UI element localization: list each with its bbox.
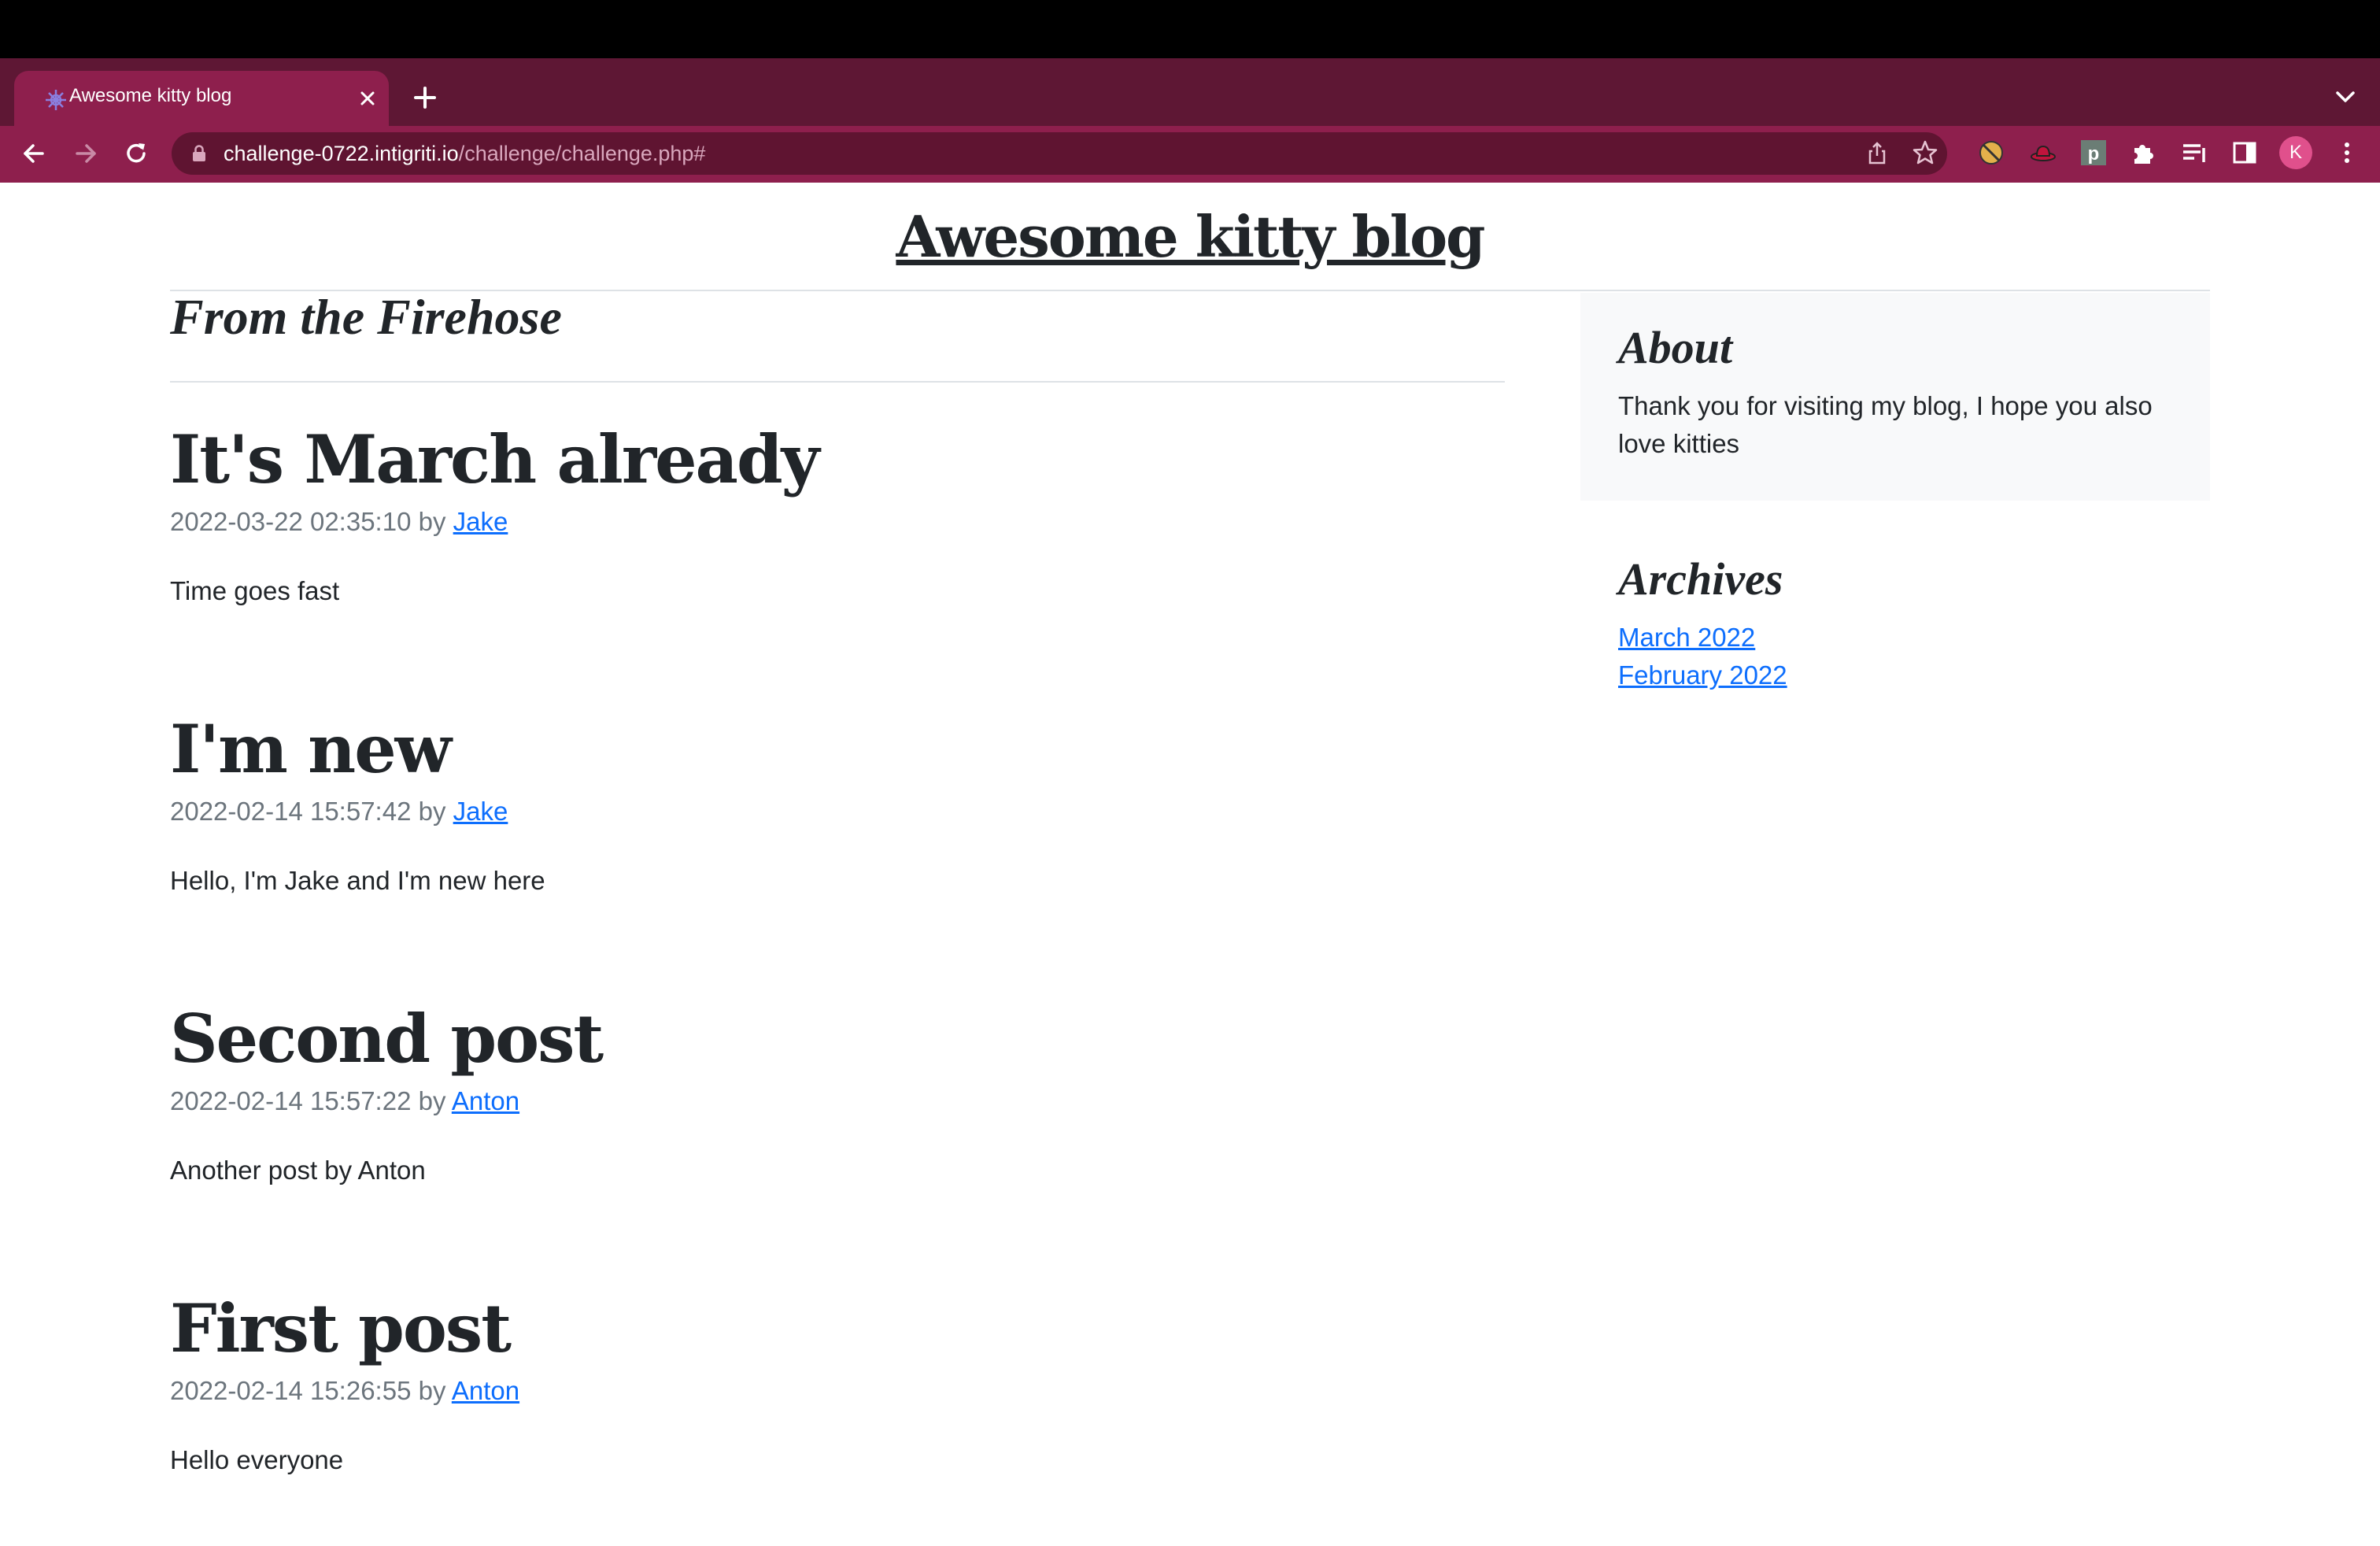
archives-section: Archives March 2022 February 2022 xyxy=(1580,553,2210,710)
post-by: by xyxy=(418,507,446,536)
hat-extension-icon[interactable] xyxy=(2027,137,2059,168)
side-panel-icon[interactable] xyxy=(2229,137,2260,168)
post-body: Hello everyone xyxy=(170,1445,344,1474)
url-path: /challenge/challenge.php# xyxy=(458,142,706,165)
post-author-link[interactable]: Anton xyxy=(452,1376,519,1405)
post-meta: 2022-02-14 15:57:42 by Jake xyxy=(170,797,508,827)
post-by: by xyxy=(418,1376,446,1405)
reading-list-icon[interactable] xyxy=(2179,137,2210,168)
post-body: Time goes fast xyxy=(170,576,340,605)
archives-list: March 2022 February 2022 xyxy=(1618,619,1787,694)
archive-link-march-2022[interactable]: March 2022 xyxy=(1618,623,1755,652)
post-date: 2022-02-14 15:26:55 xyxy=(170,1376,412,1405)
puzzle-extensions-icon[interactable] xyxy=(2128,137,2160,168)
url-text[interactable]: challenge-0722.intigriti.io/challenge/ch… xyxy=(224,142,705,166)
post-date: 2022-03-22 02:35:10 xyxy=(170,507,412,536)
about-box: About Thank you for visiting my blog, I … xyxy=(1580,293,2210,501)
post-author-link[interactable]: Anton xyxy=(452,1086,519,1115)
post-body: Another post by Anton xyxy=(170,1156,426,1185)
tab-title: Awesome kitty blog xyxy=(69,85,232,106)
chevron-down-icon[interactable] xyxy=(2330,83,2361,112)
post-date: 2022-02-14 15:57:42 xyxy=(170,797,412,826)
post-item: Second post 2022-02-14 15:57:22 by Anton… xyxy=(170,1000,1508,1236)
archives-heading: Archives xyxy=(1618,553,1783,605)
post-by: by xyxy=(418,797,446,826)
back-arrow-icon[interactable] xyxy=(16,135,52,172)
post-title: First post xyxy=(170,1289,512,1367)
post-title: It's March already xyxy=(170,420,819,498)
lock-icon[interactable] xyxy=(189,143,209,164)
reload-icon[interactable] xyxy=(118,135,154,172)
archive-item: March 2022 xyxy=(1618,619,1787,656)
archive-item: February 2022 xyxy=(1618,656,1787,694)
profile-avatar[interactable]: K xyxy=(2279,136,2312,169)
privacy-badger-icon[interactable] xyxy=(1975,137,2007,168)
post-item: I'm new 2022-02-14 15:57:42 by Jake Hell… xyxy=(170,710,1508,946)
post-item: It's March already 2022-03-22 02:35:10 b… xyxy=(170,420,1508,656)
post-author-link[interactable]: Jake xyxy=(453,507,508,536)
post-item: First post 2022-02-14 15:26:55 by Anton … xyxy=(170,1289,1508,1526)
post-meta: 2022-02-14 15:57:22 by Anton xyxy=(170,1086,519,1116)
more-menu-icon[interactable] xyxy=(2331,137,2363,168)
post-title: I'm new xyxy=(170,710,452,788)
section-heading: From the Firehose xyxy=(170,289,562,345)
new-tab-plus-icon[interactable] xyxy=(409,82,441,113)
screen-top-bar xyxy=(0,0,2380,58)
share-icon[interactable] xyxy=(1864,140,1890,167)
page-content: Awesome kitty blog From the Firehose It'… xyxy=(0,183,2380,1546)
post-author-link[interactable]: Jake xyxy=(453,797,508,826)
post-by: by xyxy=(418,1086,446,1115)
about-heading: About xyxy=(1618,322,1733,373)
bookmark-star-icon[interactable] xyxy=(1911,139,1939,167)
close-icon[interactable] xyxy=(356,87,379,110)
forward-arrow-icon[interactable] xyxy=(68,135,104,172)
post-body: Hello, I'm Jake and I'm new here xyxy=(170,866,545,895)
address-bar[interactable]: challenge-0722.intigriti.io/challenge/ch… xyxy=(172,132,1947,175)
tab-active[interactable]: Awesome kitty blog xyxy=(14,71,389,126)
post-title: Second post xyxy=(170,1000,604,1078)
post-meta: 2022-02-14 15:26:55 by Anton xyxy=(170,1376,519,1406)
section-divider xyxy=(170,381,1505,383)
url-host: challenge-0722.intigriti.io xyxy=(224,142,459,165)
post-date: 2022-02-14 15:57:22 xyxy=(170,1086,412,1115)
p-extension-icon[interactable]: p xyxy=(2078,137,2109,168)
blog-title-link[interactable]: Awesome kitty blog xyxy=(0,203,2380,270)
about-text: Thank you for visiting my blog, I hope y… xyxy=(1618,391,2153,458)
svg-text:p: p xyxy=(2088,143,2100,165)
archive-link-february-2022[interactable]: February 2022 xyxy=(1618,660,1787,690)
post-meta: 2022-03-22 02:35:10 by Jake xyxy=(170,507,508,537)
tab-favicon-icon xyxy=(42,87,69,113)
